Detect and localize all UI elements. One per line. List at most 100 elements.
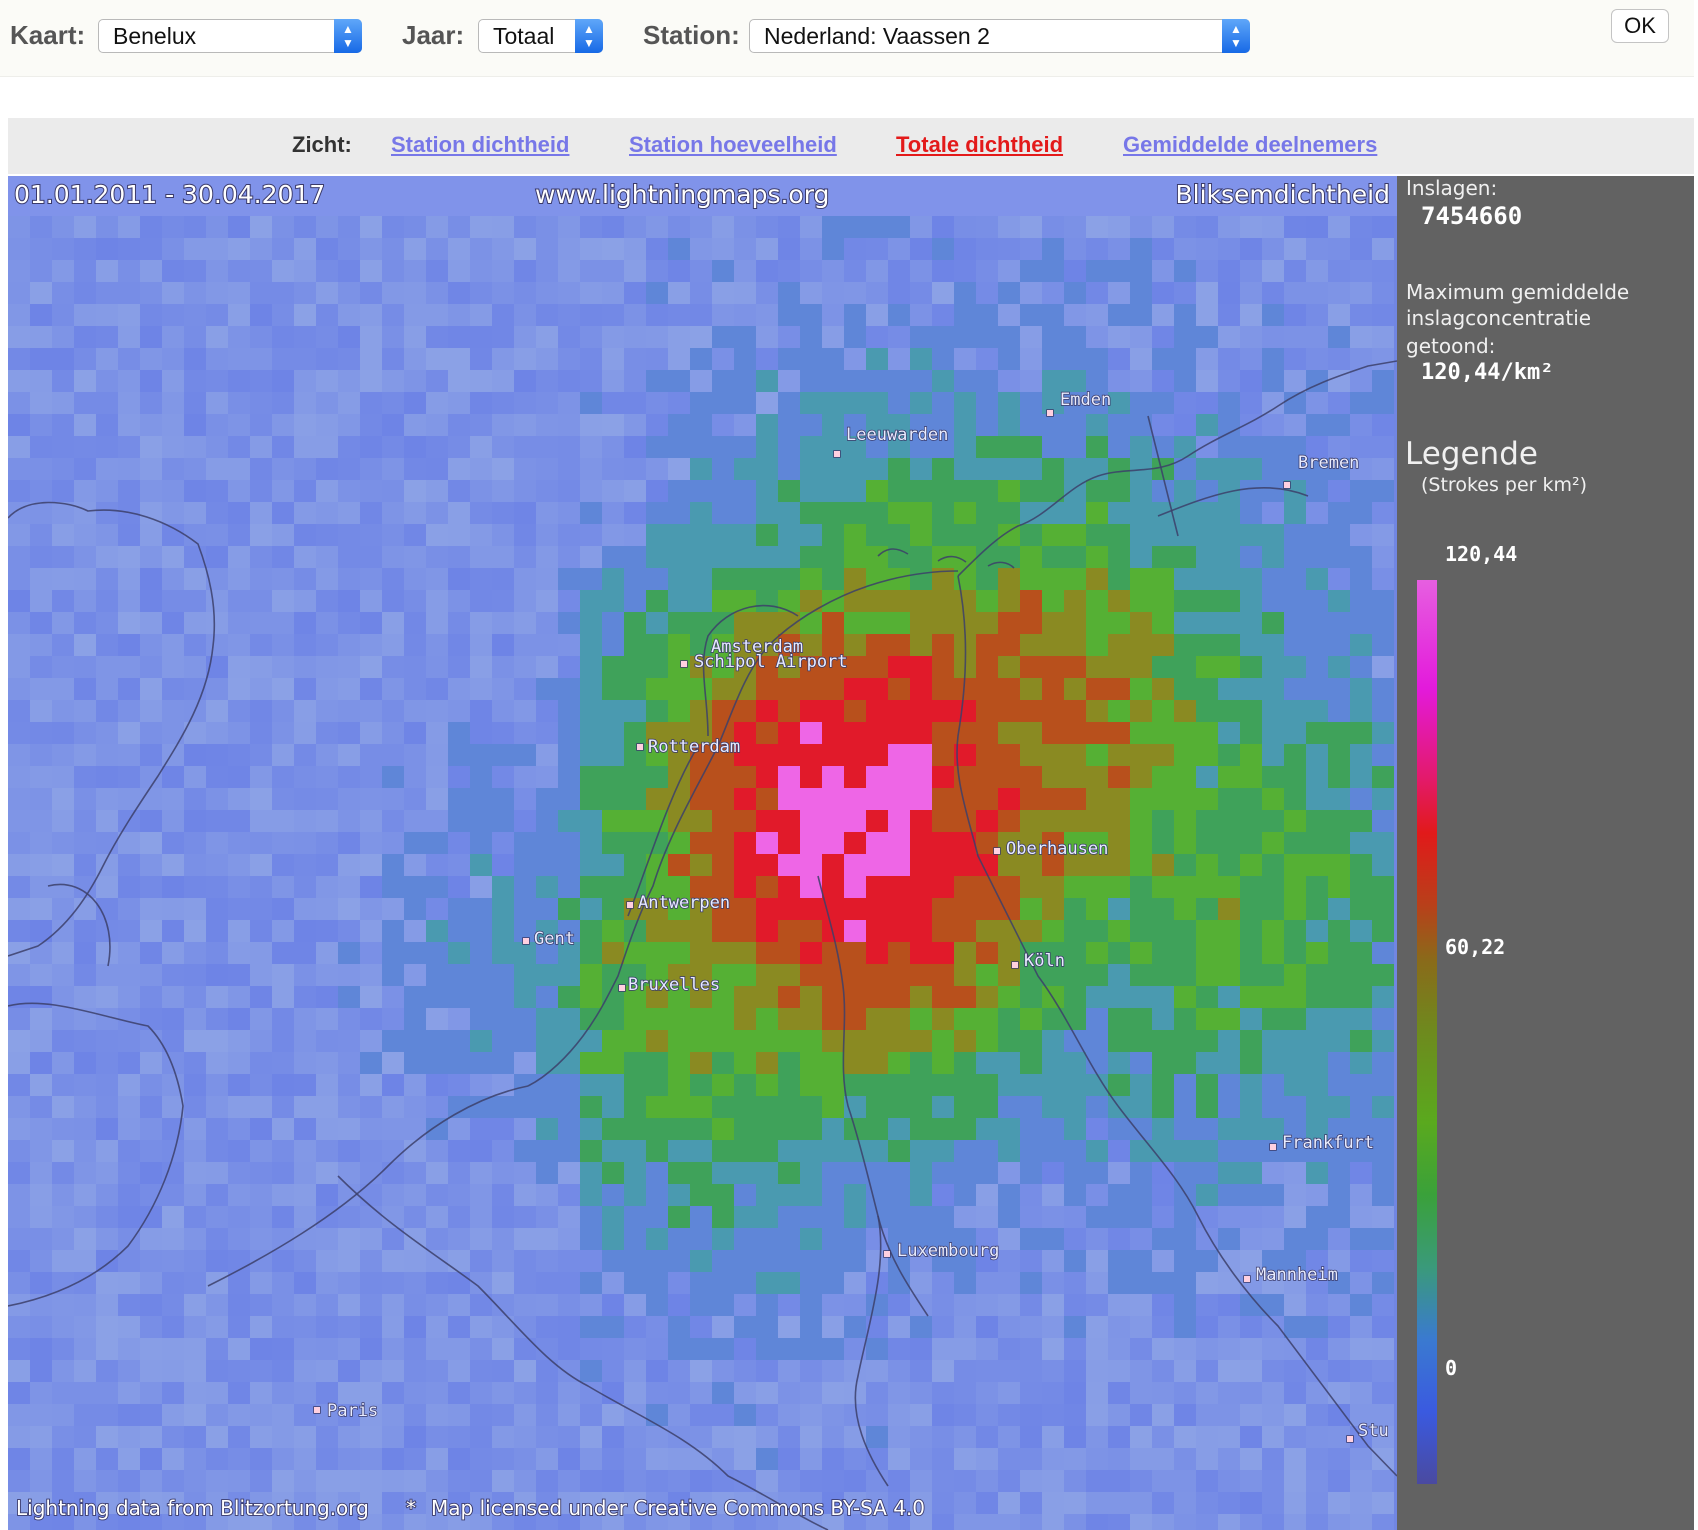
density-cell — [1306, 876, 1328, 898]
station-select[interactable]: Nederland: Vaassen 2 ▲ ▼ — [749, 19, 1250, 53]
density-cell — [1108, 1448, 1130, 1470]
density-cell — [8, 414, 30, 436]
density-cell — [118, 568, 140, 590]
density-cell — [448, 524, 470, 546]
density-cell — [668, 1184, 690, 1206]
density-cell — [668, 370, 690, 392]
density-cell — [8, 1074, 30, 1096]
view-link-totale-dichtheid[interactable]: Totale dichtheid — [896, 132, 1063, 158]
density-cell — [844, 898, 866, 920]
density-cell — [998, 810, 1020, 832]
density-cell — [536, 392, 558, 414]
density-cell — [1372, 854, 1394, 876]
density-cell — [998, 1338, 1020, 1360]
density-cell — [1262, 810, 1284, 832]
density-cell — [844, 832, 866, 854]
density-cell — [316, 920, 338, 942]
density-cell — [734, 1030, 756, 1052]
density-cell — [250, 414, 272, 436]
density-cell — [1284, 1030, 1306, 1052]
density-cell — [624, 678, 646, 700]
density-cell — [1196, 788, 1218, 810]
density-cell — [404, 920, 426, 942]
density-cell — [1130, 260, 1152, 282]
density-cell — [426, 260, 448, 282]
density-cell — [338, 348, 360, 370]
jaar-select[interactable]: Totaal ▲ ▼ — [478, 19, 603, 53]
density-cell — [976, 634, 998, 656]
density-cell — [118, 1404, 140, 1426]
density-cell — [822, 722, 844, 744]
density-cell — [8, 920, 30, 942]
density-cell — [1020, 1118, 1042, 1140]
density-cell — [646, 1338, 668, 1360]
density-cell — [492, 392, 514, 414]
density-cell — [734, 1118, 756, 1140]
density-cell — [52, 1030, 74, 1052]
density-cell — [470, 458, 492, 480]
density-cell — [756, 1294, 778, 1316]
density-cell — [228, 656, 250, 678]
density-cell — [668, 700, 690, 722]
density-cell — [888, 722, 910, 744]
density-cell — [1086, 942, 1108, 964]
density-cell — [448, 1140, 470, 1162]
density-cell — [492, 744, 514, 766]
density-cell — [1306, 656, 1328, 678]
density-cell — [1174, 348, 1196, 370]
view-link-station-dichtheid[interactable]: Station dichtheid — [391, 132, 569, 158]
density-cell — [844, 238, 866, 260]
density-cell — [1350, 1228, 1372, 1250]
density-cell — [888, 854, 910, 876]
density-cell — [1064, 1250, 1086, 1272]
density-cell — [558, 304, 580, 326]
ok-button[interactable]: OK — [1611, 9, 1669, 43]
density-cell — [1020, 788, 1042, 810]
view-link-gemiddelde-deelnemers[interactable]: Gemiddelde deelnemers — [1123, 132, 1377, 158]
density-cell — [1284, 634, 1306, 656]
density-cell — [316, 964, 338, 986]
view-link-station-hoeveelheid[interactable]: Station hoeveelheid — [629, 132, 837, 158]
density-cell — [976, 1382, 998, 1404]
density-cell — [404, 898, 426, 920]
density-cell — [74, 1382, 96, 1404]
density-cell — [756, 260, 778, 282]
density-cell — [558, 876, 580, 898]
density-cell — [822, 1008, 844, 1030]
density-cell — [998, 392, 1020, 414]
lightning-density-map[interactable]: 01.01.2011 - 30.04.2017 www.lightningmap… — [8, 176, 1397, 1530]
density-cell — [910, 920, 932, 942]
density-cell — [514, 414, 536, 436]
density-cell — [8, 612, 30, 634]
density-cell — [162, 260, 184, 282]
density-cell — [1064, 1228, 1086, 1250]
density-cell — [998, 326, 1020, 348]
density-cell — [1350, 744, 1372, 766]
density-cell — [1020, 216, 1042, 238]
density-cell — [448, 1228, 470, 1250]
density-cell — [800, 1272, 822, 1294]
density-cell — [1262, 1228, 1284, 1250]
density-cell — [514, 1052, 536, 1074]
density-cell — [998, 1052, 1020, 1074]
density-cell — [998, 458, 1020, 480]
density-cell — [1218, 1162, 1240, 1184]
density-cell — [470, 590, 492, 612]
density-cell — [580, 1448, 602, 1470]
density-cell — [30, 216, 52, 238]
density-cell — [976, 502, 998, 524]
density-cell — [250, 656, 272, 678]
density-cell — [382, 898, 404, 920]
density-cell — [118, 216, 140, 238]
density-cell — [404, 612, 426, 634]
density-cell — [844, 1404, 866, 1426]
density-cell — [954, 1052, 976, 1074]
density-cell — [272, 238, 294, 260]
density-cell — [712, 326, 734, 348]
kaart-select[interactable]: Benelux ▲ ▼ — [98, 19, 362, 53]
density-cell — [580, 1404, 602, 1426]
density-cell — [734, 524, 756, 546]
legend-max: 120,44 — [1445, 542, 1518, 566]
density-cell — [646, 282, 668, 304]
density-cell — [866, 920, 888, 942]
